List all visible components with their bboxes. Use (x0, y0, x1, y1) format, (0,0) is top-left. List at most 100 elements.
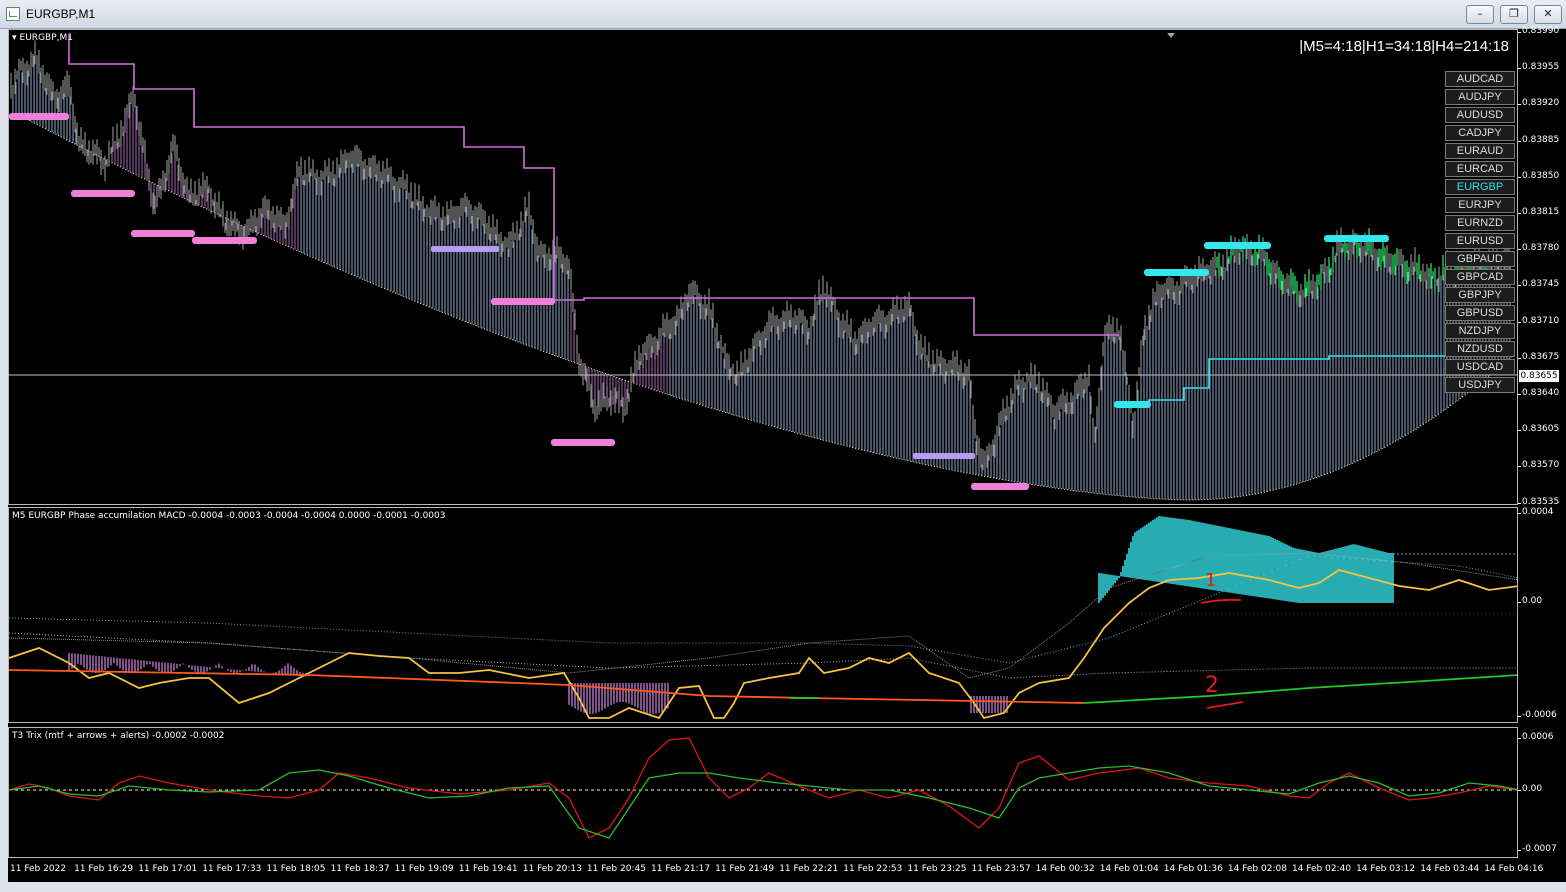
time-tick: 14 Feb 02:08 (1227, 864, 1287, 874)
symbol-button-cadjpy[interactable]: CADJPY (1445, 125, 1515, 141)
time-tick: 11 Feb 21:17 (651, 864, 711, 874)
macd-tick-bottom: -0.0006 (1518, 710, 1557, 720)
macd-indicator-title: M5 EURGBP Phase accumilation MACD -0.000… (12, 511, 446, 521)
time-tick: 14 Feb 04:16 (1484, 864, 1544, 874)
annotation-1: 1 (1205, 570, 1216, 591)
price-pane[interactable]: EURGBP,M1 |M5=4:18|H1=34:18|H4=214:18 AU… (8, 29, 1518, 505)
symbol-button-eurnzd[interactable]: EURNZD (1445, 215, 1515, 231)
symbol-button-usdcad[interactable]: USDCAD (1445, 359, 1515, 375)
symbol-button-audjpy[interactable]: AUDJPY (1445, 89, 1515, 105)
trix-tick-zero: 0.00 (1517, 784, 1543, 794)
chart-window-icon (6, 7, 20, 21)
price-tick: 0.83675 (1517, 351, 1560, 362)
minimize-button[interactable]: – (1466, 5, 1494, 24)
resistance-marker (1204, 242, 1271, 249)
accumulation-histogram (12, 55, 1511, 500)
accumulation-envelope (9, 114, 1516, 501)
macd-tick-top: 0.0004 (1518, 507, 1554, 517)
symbol-button-eurcad[interactable]: EURCAD (1445, 161, 1515, 177)
resistance-marker (1114, 401, 1151, 408)
price-tick: 0.83850 (1517, 170, 1560, 181)
price-tick: 0.83780 (1517, 243, 1560, 254)
price-tick: 0.83570 (1517, 460, 1560, 471)
time-tick: 11 Feb 20:45 (586, 864, 646, 874)
price-tick: 0.83745 (1517, 279, 1560, 290)
price-bars (10, 40, 1512, 471)
symbol-button-nzdjpy[interactable]: NZDJPY (1445, 323, 1515, 339)
time-tick: 11 Feb 2022 (10, 864, 67, 874)
resistance-marker (1324, 235, 1389, 242)
symbol-button-gbpusd[interactable]: GBPUSD (1445, 305, 1515, 321)
time-tick: 11 Feb 17:01 (138, 864, 198, 874)
symbol-button-nzdusd[interactable]: NZDUSD (1445, 341, 1515, 357)
higher-tf-level-line (68, 35, 1119, 336)
chart-area[interactable]: EURGBP,M1 |M5=4:18|H1=34:18|H4=214:18 AU… (8, 29, 1518, 860)
price-tick: 0.83535 (1517, 496, 1560, 507)
time-tick: 11 Feb 23:25 (907, 864, 967, 874)
support-marker (9, 113, 69, 120)
price-tick: 0.83885 (1517, 134, 1560, 145)
time-tick: 14 Feb 01:36 (1163, 864, 1223, 874)
price-tick: 0.83640 (1517, 388, 1560, 398)
annotation-1-underline (1200, 598, 1242, 604)
macd-histogram (68, 516, 1394, 714)
support-marker-faint (431, 246, 499, 252)
chart-symbol-label: EURGBP,M1 (12, 33, 73, 43)
symbol-button-usdjpy[interactable]: USDJPY (1445, 377, 1515, 393)
lower-band-line (9, 632, 1517, 679)
scroll-shift-marker (1167, 33, 1175, 38)
macd-plot: 12 (9, 516, 1517, 720)
time-tick: 11 Feb 18:05 (266, 864, 326, 874)
trix-line (9, 737, 1517, 839)
time-tick: 14 Feb 03:12 (1356, 864, 1416, 874)
time-tick: 11 Feb 22:21 (779, 864, 839, 874)
annotation-2: 2 (1205, 673, 1219, 698)
time-tick: 11 Feb 19:41 (458, 864, 518, 874)
support-marker (551, 439, 615, 446)
current-price-label: 0.83655 (1519, 370, 1559, 382)
trix-plot (9, 737, 1517, 839)
trix-tick-top: 0.0006 (1518, 732, 1554, 742)
window-titlebar: EURGBP,M1 – ❐ ✕ (0, 0, 1566, 29)
support-marker (971, 483, 1029, 490)
time-tick: 11 Feb 17:33 (202, 864, 262, 874)
trix-tick-bottom: -0.0007 (1518, 844, 1557, 854)
window-title: EURGBP,M1 (26, 7, 96, 21)
signal-line-rising (1083, 674, 1517, 704)
symbol-button-eurjpy[interactable]: EURJPY (1445, 197, 1515, 213)
symbol-button-eurusd[interactable]: EURUSD (1445, 233, 1515, 249)
macd-pane[interactable]: 12 M5 EURGBP Phase accumilation MACD -0.… (8, 507, 1518, 723)
price-tick: 0.83990 (1517, 26, 1560, 36)
restore-button[interactable]: ❐ (1500, 5, 1528, 24)
symbol-button-gbpjpy[interactable]: GBPJPY (1445, 287, 1515, 303)
time-tick: 11 Feb 16:29 (74, 864, 134, 874)
time-tick: 14 Feb 00:32 (1035, 864, 1095, 874)
time-scale[interactable]: 11 Feb 2022 11 Feb 16:29 11 Feb 17:01 11 Fe… (8, 860, 1566, 882)
time-tick: 11 Feb 18:37 (330, 864, 390, 874)
price-scale[interactable]: 0.83990 0.83955 0.83920 0.83885 0.83850 0.838… (1517, 26, 1566, 860)
macd-tick-zero: 0.00 (1517, 596, 1543, 606)
time-tick: 11 Feb 19:09 (394, 864, 454, 874)
price-tick: 0.83605 (1517, 424, 1560, 435)
support-marker (192, 237, 257, 244)
time-tick: 11 Feb 22:53 (843, 864, 903, 874)
price-tick: 0.83815 (1517, 207, 1560, 217)
symbol-button-euraud[interactable]: EURAUD (1445, 143, 1515, 159)
symbol-button-audcad[interactable]: AUDCAD (1445, 71, 1515, 87)
close-button[interactable]: ✕ (1534, 5, 1562, 24)
symbol-button-eurgbp[interactable]: EURGBP (1445, 179, 1515, 195)
trix-pane[interactable]: T3 Trix (mtf + arrows + alerts) -0.0002 … (8, 727, 1518, 858)
symbol-button-gbpcad[interactable]: GBPCAD (1445, 269, 1515, 285)
support-marker (71, 190, 135, 197)
annotation-2-underline (1206, 701, 1244, 709)
support-marker (491, 298, 555, 305)
status-bar (0, 882, 1566, 892)
time-tick: 11 Feb 23:57 (971, 864, 1031, 874)
symbol-button-gbpaud[interactable]: GBPAUD (1445, 251, 1515, 267)
price-tick: 0.83920 (1517, 98, 1560, 109)
timeframe-timer: |M5=4:18|H1=34:18|H4=214:18 (1299, 38, 1509, 55)
symbol-button-audusd[interactable]: AUDUSD (1445, 107, 1515, 123)
time-tick: 11 Feb 20:13 (522, 864, 582, 874)
time-tick: 14 Feb 01:04 (1099, 864, 1159, 874)
support-marker (131, 230, 195, 237)
